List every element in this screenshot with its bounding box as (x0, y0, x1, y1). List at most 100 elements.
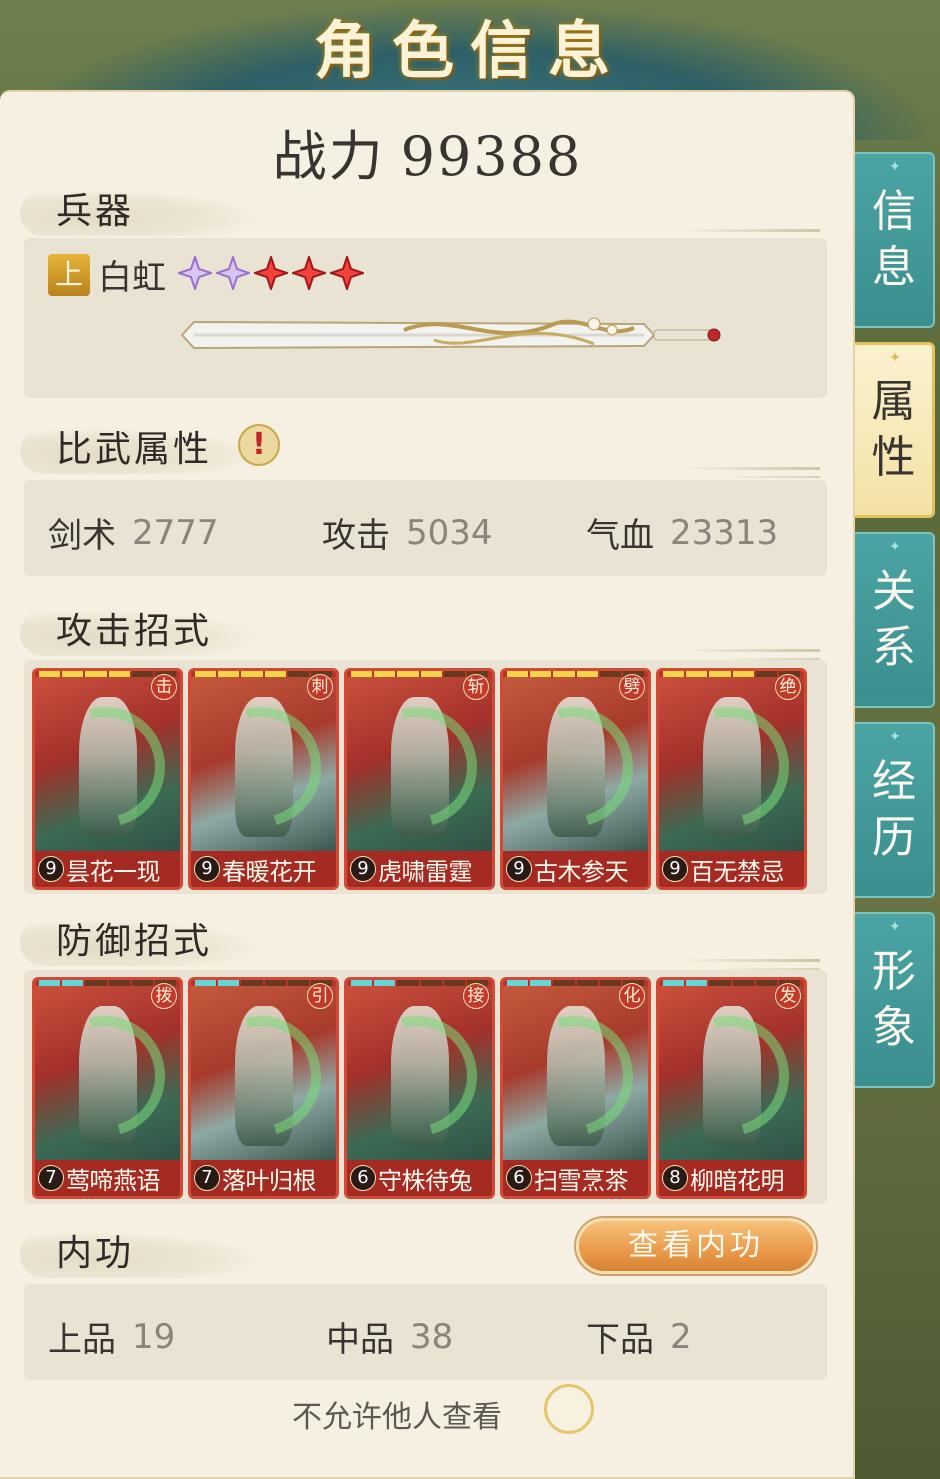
red-star-icon (251, 253, 291, 293)
move-card[interactable]: 斩 9 虎啸雷霆 (344, 668, 495, 890)
stat-sword-skill: 剑术 2777 (48, 508, 219, 557)
view-inner-skill-button[interactable]: 查看内功 (576, 1218, 816, 1274)
gauge-segment (530, 980, 552, 986)
gauge-segment (85, 980, 107, 986)
side-tab-char: 属 (871, 376, 916, 427)
gauge-segment (507, 980, 529, 986)
weapon-name: 白虹 (98, 258, 166, 298)
inner-grade-high: 上品 19 (48, 1312, 175, 1361)
combat-power-label: 战力 (272, 125, 385, 188)
side-tab-char: 关 (872, 566, 916, 617)
stat-value: 19 (132, 1316, 176, 1357)
defense-moves-section-header: 防御招式 (20, 912, 840, 972)
gauge-segment (264, 671, 286, 677)
side-tab-char: 信 (872, 186, 916, 237)
stat-value: 2 (670, 1316, 692, 1357)
stat-label: 攻击 (322, 516, 390, 556)
gauge-segment (732, 671, 754, 677)
energy-swirl-icon (347, 685, 492, 849)
move-type-badge: 发 (775, 983, 801, 1009)
gauge-segment (420, 671, 442, 677)
side-tab-char: 系 (872, 622, 916, 673)
divider (680, 649, 820, 652)
side-tab-3[interactable]: ✦ 关系 (855, 532, 935, 708)
move-art (659, 677, 804, 857)
side-tab-4[interactable]: ✦ 经历 (855, 722, 935, 898)
energy-swirl-icon (191, 994, 336, 1158)
gauge-segment (108, 980, 130, 986)
move-card[interactable]: 化 6 扫雪烹茶 (500, 977, 651, 1199)
gauge-segment (709, 671, 731, 677)
side-tab-2[interactable]: ✦ 属性 (855, 342, 935, 518)
divider (680, 959, 820, 962)
move-level-badge: 6 (350, 1165, 376, 1191)
alert-icon[interactable]: ! (238, 424, 280, 466)
move-card[interactable]: 发 8 柳暗花明 (656, 977, 807, 1199)
move-card[interactable]: 绝 9 百无禁忌 (656, 668, 807, 890)
move-name: 莺啼燕语 (66, 1166, 161, 1195)
energy-swirl-icon (191, 685, 336, 849)
divider (680, 467, 820, 470)
energy-swirl-icon (347, 994, 492, 1158)
divider (680, 229, 820, 232)
gauge-segment (264, 980, 286, 986)
stat-value: 2777 (132, 512, 219, 553)
side-tab-1[interactable]: ✦ 信息 (855, 152, 935, 328)
sparkle-icon: ✦ (889, 159, 901, 175)
weapon-section-label: 兵器 (56, 191, 135, 232)
move-type-badge: 拨 (151, 983, 177, 1009)
gauge-segment (599, 980, 621, 986)
gauge-segment (443, 671, 465, 677)
defense-moves-section-label: 防御招式 (56, 921, 213, 962)
gauge-segment (39, 980, 61, 986)
move-type-badge: 刺 (307, 674, 333, 700)
move-type-badge: 绝 (775, 674, 801, 700)
move-level-badge: 9 (506, 856, 532, 882)
sparkle-icon: ✦ (889, 919, 901, 935)
move-type-badge: 化 (619, 983, 645, 1009)
gauge-segment (131, 980, 153, 986)
move-card[interactable]: 拨 7 莺啼燕语 (32, 977, 183, 1199)
move-type-badge: 引 (307, 983, 333, 1009)
move-level-badge: 9 (662, 856, 688, 882)
side-tab-char: 形 (872, 946, 916, 997)
defense-move-cards: 拨 7 莺啼燕语引 7 落叶归根接 6 守株待兔化 6 扫雪烹茶发 8 柳暗花明 (32, 977, 807, 1199)
gauge-segment (195, 980, 217, 986)
gauge-segment (287, 980, 309, 986)
gauge-segment (576, 671, 598, 677)
move-card[interactable]: 击 9 昙花一现 (32, 668, 183, 890)
move-level-badge: 9 (38, 856, 64, 882)
move-card[interactable]: 引 7 落叶归根 (188, 977, 339, 1199)
energy-swirl-icon (35, 994, 180, 1158)
move-card[interactable]: 接 6 守株待兔 (344, 977, 495, 1199)
move-level-badge: 8 (662, 1165, 688, 1191)
move-card[interactable]: 刺 9 春暖花开 (188, 668, 339, 890)
sparkle-icon: ✦ (889, 350, 901, 366)
duel-attr-section-header: 比武属性 (20, 420, 840, 480)
move-type-badge: 击 (151, 674, 177, 700)
gauge-segment (241, 671, 263, 677)
move-art (503, 986, 648, 1166)
combat-power: 战力 99388 (0, 112, 855, 191)
move-level-badge: 7 (38, 1165, 64, 1191)
stat-attack: 攻击 5034 (322, 508, 493, 557)
gauge-segment (397, 671, 419, 677)
attack-moves-section-header: 攻击招式 (20, 602, 840, 662)
gauge-segment (62, 671, 84, 677)
move-card[interactable]: 劈 9 古木参天 (500, 668, 651, 890)
gauge-segment (108, 671, 130, 677)
gauge-segment (530, 671, 552, 677)
move-name-bar: 6 守株待兔 (347, 1160, 492, 1196)
stat-value: 38 (410, 1316, 454, 1357)
move-art (35, 677, 180, 857)
privacy-toggle[interactable] (544, 1384, 594, 1434)
energy-swirl-icon (659, 685, 804, 849)
gauge-segment (62, 980, 84, 986)
side-tab-5[interactable]: ✦ 形象 (855, 912, 935, 1088)
duel-attr-section-label: 比武属性 (56, 429, 213, 470)
privacy-label: 不允许他人查看 (292, 1400, 502, 1435)
move-art (347, 986, 492, 1166)
combat-power-value: 99388 (400, 125, 583, 188)
divider (720, 476, 820, 478)
gauge-segment (732, 980, 754, 986)
